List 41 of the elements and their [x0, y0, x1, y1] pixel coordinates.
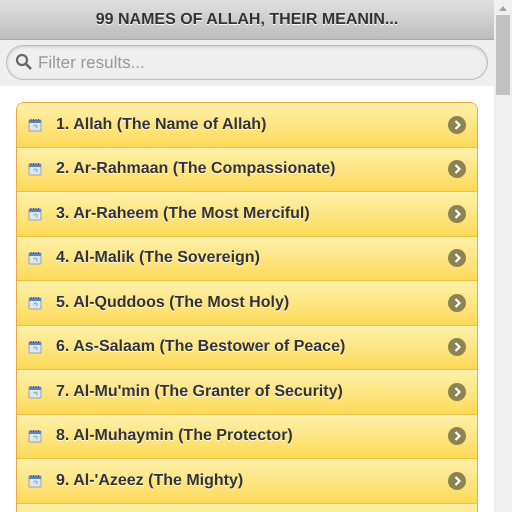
calendar-icon	[28, 162, 42, 176]
list-item[interactable]: 3. Ar-Raheem (The Most Merciful)	[17, 192, 477, 236]
item-label: 7. Al-Mu'min (The Granter of Security)	[56, 382, 344, 402]
scroll-up-arrow-icon[interactable]	[499, 5, 507, 11]
calendar-icon	[28, 340, 42, 354]
scrollbar[interactable]	[494, 0, 512, 512]
calendar-icon	[28, 474, 42, 488]
calendar-icon	[28, 251, 42, 266]
item-label: 5. Al-Quddoos (The Most Holy)	[56, 292, 290, 313]
chevron-right-icon	[448, 338, 466, 356]
item-label: 1. Allah (The Name of Allah)	[56, 114, 268, 135]
list-item[interactable]: 4. Al-Malik (The Sovereign)	[17, 236, 477, 281]
calendar-icon	[28, 429, 42, 444]
list-item[interactable]: 7. Al-Mu'min (The Granter of Security)	[17, 370, 477, 414]
chevron-right-icon	[448, 427, 466, 446]
item-label: 3. Ar-Raheem (The Most Merciful)	[56, 204, 311, 224]
calendar-icon	[28, 118, 42, 132]
page-title: 99 NAMES OF ALLAH, THEIR MEANIN...	[96, 10, 398, 30]
chevron-right-icon	[448, 116, 466, 134]
chevron-right-icon	[448, 382, 466, 401]
item-label: 9. Al-'Azeez (The Mighty)	[56, 470, 244, 491]
calendar-icon	[28, 296, 42, 310]
calendar-icon	[28, 206, 42, 221]
list-item[interactable]: 1. Allah (The Name of Allah)	[17, 103, 477, 148]
list-item[interactable]: 5. Al-Quddoos (The Most Holy)	[17, 281, 477, 326]
list-item[interactable]: 2. Ar-Rahmaan (The Compassionate)	[17, 148, 477, 192]
item-label: 2. Ar-Rahmaan (The Compassionate)	[56, 159, 336, 180]
item-label: 4. Al-Malik (The Sovereign)	[56, 248, 261, 268]
list-item[interactable]: 9. Al-'Azeez (The Mighty)	[17, 459, 477, 504]
calendar-icon	[28, 384, 42, 399]
chevron-right-icon	[448, 294, 466, 312]
scrollbar-thumb[interactable]	[496, 15, 510, 95]
list-item[interactable]: 8. Al-Muhaymin (The Protector)	[17, 414, 477, 459]
list-item[interactable]: 6. As-Salaam (The Bestower of Peace)	[17, 326, 477, 370]
chevron-right-icon	[448, 204, 466, 223]
search-field[interactable]: Filter results...	[6, 45, 488, 80]
chevron-right-icon	[448, 249, 466, 268]
chevron-right-icon	[448, 472, 466, 490]
chevron-right-icon	[448, 160, 466, 178]
item-label: 6. As-Salaam (The Bestower of Peace)	[56, 337, 346, 358]
item-label: 8. Al-Muhaymin (The Protector)	[56, 426, 294, 446]
